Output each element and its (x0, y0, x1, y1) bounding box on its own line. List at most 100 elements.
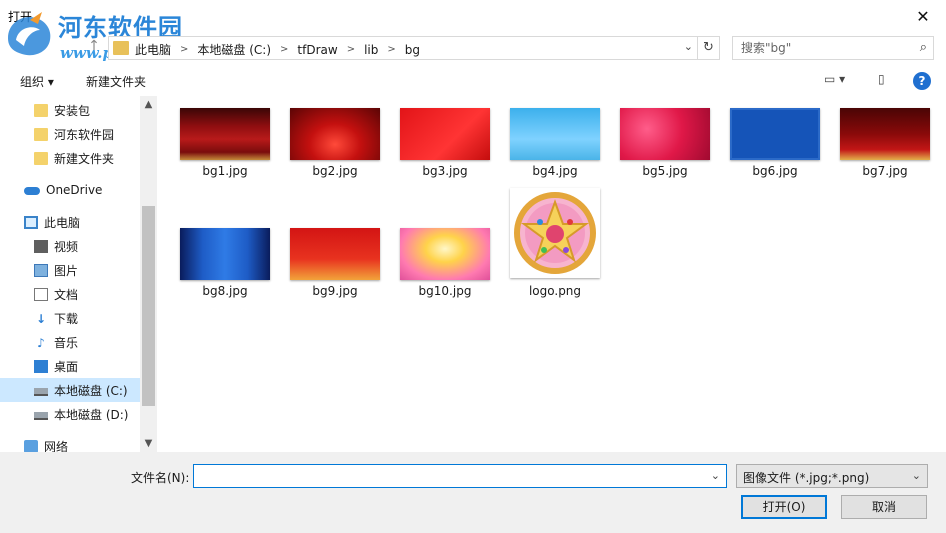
folder-icon (34, 103, 48, 117)
chevron-right-icon[interactable]: > (347, 44, 355, 55)
sidebar-item-label: 此电脑 (44, 215, 81, 230)
crumb-lib[interactable]: lib (364, 43, 378, 57)
document-icon (34, 287, 48, 301)
file-item[interactable]: bg7.jpg (830, 96, 930, 206)
close-button[interactable]: ✕ (900, 0, 946, 32)
file-name: bg2.jpg (312, 164, 358, 178)
sidebar-item-documents[interactable]: 文档 (0, 282, 140, 306)
star-brooch-icon (514, 192, 596, 274)
dialog-footer: 文件名(N): ⌄ 图像文件 (*.jpg;*.png) ⌄ 打开(O) 取消 (0, 452, 946, 533)
chevron-down-icon[interactable]: ⌄ (684, 40, 693, 53)
sidebar-item-pictures[interactable]: 图片 (0, 258, 140, 282)
sidebar-item-label: 文档 (54, 287, 79, 302)
file-name: bg3.jpg (422, 164, 468, 178)
address-bar[interactable]: 此电脑 > 本地磁盘 (C:) > tfDraw > lib > bg ⌄ (108, 36, 698, 60)
file-name: bg1.jpg (202, 164, 248, 178)
search-input[interactable] (733, 37, 909, 59)
chevron-down-icon: ⌄ (911, 469, 921, 482)
file-item[interactable]: bg9.jpg (280, 216, 380, 326)
file-name: bg5.jpg (642, 164, 688, 178)
crumb-tfdraw[interactable]: tfDraw (297, 43, 337, 57)
sidebar-item-install-pkg[interactable]: 安装包 (0, 98, 140, 122)
sidebar-scrollbar[interactable]: ▲ ▼ (140, 96, 157, 452)
filename-input[interactable] (194, 465, 702, 487)
filetype-value: 图像文件 (*.jpg;*.png) (743, 471, 870, 485)
chevron-right-icon[interactable]: > (280, 44, 288, 55)
sidebar-item-label: 河东软件园 (54, 127, 115, 142)
network-icon (24, 439, 38, 452)
drive-icon (34, 388, 48, 396)
file-item[interactable]: logo.png (500, 188, 600, 298)
video-icon (34, 239, 48, 253)
chevron-right-icon[interactable]: > (180, 44, 188, 55)
file-thumbnail (290, 108, 380, 160)
sidebar-item-label: 本地磁盘 (D:) (54, 407, 129, 422)
file-name: logo.png (528, 284, 582, 298)
close-icon: ✕ (916, 6, 930, 26)
filetype-select[interactable]: 图像文件 (*.jpg;*.png) ⌄ (736, 464, 928, 488)
cloud-icon (24, 187, 40, 195)
crumb-this-pc[interactable]: 此电脑 (135, 41, 171, 58)
file-thumbnail (400, 228, 490, 280)
new-folder-button[interactable]: 新建文件夹 (86, 73, 146, 90)
download-icon: ↓ (35, 311, 47, 326)
cancel-button[interactable]: 取消 (841, 495, 927, 519)
file-name: bg9.jpg (312, 284, 358, 298)
folder-icon (34, 127, 48, 141)
chevron-right-icon[interactable]: > (387, 44, 395, 55)
pc-icon (24, 215, 38, 229)
file-thumbnail (510, 108, 600, 160)
chevron-down-icon[interactable]: ▼ (140, 438, 157, 449)
crumb-bg[interactable]: bg (405, 43, 420, 57)
file-item[interactable]: bg10.jpg (390, 216, 490, 326)
chevron-up-icon[interactable]: ▲ (140, 99, 157, 110)
file-item[interactable]: bg5.jpg (610, 96, 710, 206)
file-thumbnail (510, 188, 600, 278)
sidebar-item-label: 视频 (54, 239, 79, 254)
up-arrow-icon[interactable]: ↑ (84, 38, 104, 58)
file-item[interactable]: bg3.jpg (390, 96, 490, 206)
desktop-icon (34, 359, 48, 373)
sidebar-item-label: 网络 (44, 439, 69, 453)
crumb-drive-c[interactable]: 本地磁盘 (C:) (197, 41, 271, 58)
sidebar-item-new-folder[interactable]: 新建文件夹 (0, 146, 140, 170)
refresh-button[interactable]: ↻ (698, 36, 720, 60)
sidebar-item-label: 音乐 (54, 335, 79, 350)
sidebar-item-videos[interactable]: 视频 (0, 234, 140, 258)
sidebar-item-label: 图片 (54, 263, 79, 278)
search-box[interactable]: ⌕ (732, 36, 934, 60)
sidebar-item-network[interactable]: 网络 (0, 434, 140, 452)
file-item[interactable]: bg2.jpg (280, 96, 380, 206)
file-thumbnail (840, 108, 930, 160)
file-name: bg10.jpg (418, 284, 472, 298)
sidebar-item-hedong[interactable]: 河东软件园 (0, 122, 140, 146)
view-options-icon[interactable]: ▭ ▾ (824, 72, 845, 86)
sidebar-item-label: 本地磁盘 (C:) (54, 383, 128, 398)
sidebar-item-label: 安装包 (54, 103, 91, 118)
help-icon[interactable]: ? (913, 72, 931, 90)
open-button[interactable]: 打开(O) (741, 495, 827, 519)
sidebar-item-desktop[interactable]: 桌面 (0, 354, 140, 378)
file-thumbnail (290, 228, 380, 280)
file-item[interactable]: bg6.jpg (720, 96, 820, 206)
chevron-down-icon[interactable]: ⌄ (711, 469, 720, 482)
scrollbar-thumb[interactable] (142, 206, 155, 406)
sidebar-item-music[interactable]: ♪ 音乐 (0, 330, 140, 354)
search-icon[interactable]: ⌕ (920, 40, 927, 55)
sidebar-item-label: OneDrive (46, 183, 103, 197)
sidebar-item-drive-c[interactable]: 本地磁盘 (C:) (0, 378, 140, 402)
sidebar-item-this-pc[interactable]: 此电脑 (0, 210, 140, 234)
folder-icon (34, 151, 48, 165)
address-row: ↑ 此电脑 > 本地磁盘 (C:) > tfDraw > lib > bg ⌄ … (0, 34, 946, 62)
preview-pane-icon[interactable]: ▯ (878, 72, 885, 86)
file-item[interactable]: bg8.jpg (170, 216, 270, 326)
file-item[interactable]: bg1.jpg (170, 96, 270, 206)
music-icon: ♪ (37, 335, 45, 350)
sidebar-item-downloads[interactable]: ↓ 下载 (0, 306, 140, 330)
file-name: bg4.jpg (532, 164, 578, 178)
breadcrumb: 此电脑 > 本地磁盘 (C:) > tfDraw > lib > bg (135, 41, 420, 58)
sidebar-item-drive-d[interactable]: 本地磁盘 (D:) (0, 402, 140, 426)
organize-button[interactable]: 组织 ▾ (20, 73, 54, 90)
filename-combo[interactable]: ⌄ (193, 464, 727, 488)
sidebar-item-onedrive[interactable]: OneDrive (0, 178, 140, 202)
